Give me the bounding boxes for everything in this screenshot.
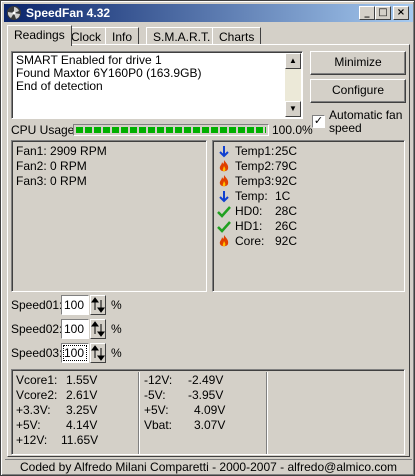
voltage-row: +3.3V: 3.25V xyxy=(16,403,98,417)
temp-row: Temp1: 25C xyxy=(217,144,400,159)
status-bar: Coded by Alfredo Milani Comparetti - 200… xyxy=(5,459,412,474)
flame-icon xyxy=(219,235,229,247)
speed03-spinner[interactable] xyxy=(90,343,106,363)
speed01-input[interactable]: 100 xyxy=(61,295,89,315)
close-window-button[interactable]: × xyxy=(393,6,409,20)
voltage-row: -12V: -2.49V xyxy=(144,373,224,387)
speed03-unit: % xyxy=(111,346,122,360)
maximize-window-button[interactable]: □ xyxy=(375,6,391,20)
voltages-panel: Vcore1: 1.55V Vcore2: 2.61V +3.3V: 3.25V +5… xyxy=(11,369,405,455)
voltage-row: +12V: 11.65V xyxy=(16,433,99,447)
configure-button[interactable]: Configure xyxy=(310,79,406,103)
speed02-input[interactable]: 100 xyxy=(61,319,89,339)
speed02-spinner[interactable] xyxy=(90,319,106,339)
checkmark-icon xyxy=(217,206,231,218)
temp-row: Core: 92C xyxy=(217,234,400,249)
voltage-row: Vcore1: 1.55V xyxy=(16,373,98,387)
temp-row: Temp: 1C xyxy=(217,189,400,204)
temp-row: Temp2: 79C xyxy=(217,159,400,174)
up-down-arrows-icon xyxy=(91,297,105,313)
temperatures-panel: Temp1: 25C Temp2: 79C Temp3: 92C Temp: 1C HD… xyxy=(212,140,405,292)
fans-panel: Fan1: 2909 RPM Fan2: 0 RPM Fan3: 0 RPM xyxy=(11,140,207,292)
up-down-arrows-icon xyxy=(91,321,105,337)
speed03-label: Speed03: xyxy=(11,346,63,360)
cpu-usage-label: CPU Usage xyxy=(11,123,75,137)
speedfan-app-icon xyxy=(7,6,21,20)
column-divider xyxy=(266,372,268,454)
speed01-label: Speed01: xyxy=(11,298,63,312)
voltage-row: +5V: 4.14V xyxy=(16,418,98,432)
cpu-usage-fill xyxy=(76,127,266,133)
checkmark-icon xyxy=(217,221,231,233)
log-line: End of detection xyxy=(16,79,103,93)
up-down-arrows-icon xyxy=(91,345,105,361)
minimize-button[interactable]: Minimize xyxy=(310,51,406,75)
temp-row: HD0: 28C xyxy=(217,204,400,219)
tab-readings[interactable]: Readings xyxy=(7,25,72,46)
title-bar[interactable]: SpeedFan 4.32 _ □ × xyxy=(4,4,413,22)
speed01-unit: % xyxy=(111,298,122,312)
fan-row: Fan1: 2909 RPM xyxy=(16,144,107,158)
flame-icon xyxy=(219,175,229,187)
speed02-unit: % xyxy=(111,322,122,336)
automatic-fan-speed-checkbox[interactable]: ✓ xyxy=(312,115,325,128)
scroll-up-icon[interactable]: ▲ xyxy=(285,53,301,69)
window-title: SpeedFan 4.32 xyxy=(26,6,111,20)
fan-row: Fan2: 0 RPM xyxy=(16,159,87,173)
arrow-down-icon xyxy=(219,146,229,158)
tab-info[interactable]: Info xyxy=(105,27,140,45)
cpu-usage-percent: 100.0% xyxy=(272,123,313,137)
flame-icon xyxy=(219,160,229,172)
voltage-row: Vbat: 3.07V xyxy=(144,418,226,432)
minimize-window-button[interactable]: _ xyxy=(359,6,375,20)
speed03-input[interactable]: 100 xyxy=(61,343,89,363)
voltage-row: -5V: -3.95V xyxy=(144,388,224,402)
temp-row: Temp3: 92C xyxy=(217,174,400,189)
speedfan-window: SpeedFan 4.32 _ □ × Readings Clock Info … xyxy=(0,0,415,476)
scroll-down-icon[interactable]: ▼ xyxy=(285,101,301,117)
fan-row: Fan3: 0 RPM xyxy=(16,174,87,188)
arrow-down-icon xyxy=(219,191,229,203)
voltage-column-1: Vcore1: 1.55V Vcore2: 2.61V +3.3V: 3.25V +5… xyxy=(16,373,99,448)
cpu-usage-bar xyxy=(73,124,269,136)
temp-row: HD1: 26C xyxy=(217,219,400,234)
voltage-row: +5V: 4.09V xyxy=(144,403,226,417)
detection-log[interactable]: SMART Enabled for drive 1 Found Maxtor 6… xyxy=(11,51,303,119)
log-scrollbar[interactable]: ▲ ▼ xyxy=(285,53,301,117)
automatic-fan-speed-label: Automatic fan speed xyxy=(329,108,403,135)
speed01-spinner[interactable] xyxy=(90,295,106,315)
voltage-row: Vcore2: 2.61V xyxy=(16,388,98,402)
tab-smart[interactable]: S.M.A.R.T. xyxy=(146,27,218,45)
voltage-column-2: -12V: -2.49V -5V: -3.95V +5V: 4.09V Vbat: 3.… xyxy=(144,373,226,433)
speed02-label: Speed02: xyxy=(11,322,63,336)
tab-charts[interactable]: Charts xyxy=(212,27,262,45)
column-divider xyxy=(138,372,140,454)
